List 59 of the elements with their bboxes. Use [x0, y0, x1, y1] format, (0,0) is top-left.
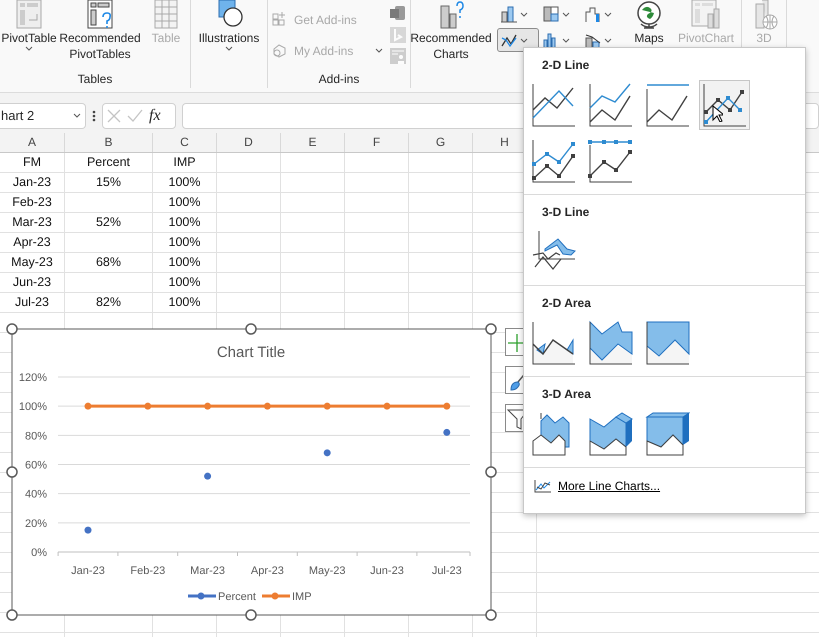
- table-cell: May-23: [0, 253, 65, 272]
- table-cell: 100%: [153, 273, 217, 292]
- column-header[interactable]: F: [345, 133, 409, 152]
- ribbon-button[interactable]: Recommended PivotTables: [58, 0, 142, 70]
- legend-label: Percent: [218, 591, 256, 603]
- column-header[interactable]: B: [65, 133, 153, 152]
- axis-label: 0%: [31, 547, 47, 559]
- table-cell: 100%: [153, 253, 217, 272]
- group-label: Tables: [76, 71, 114, 88]
- table-cell: FM: [0, 153, 65, 172]
- table-cell: 100%: [153, 233, 217, 252]
- section-heading: 3-D Line: [541, 204, 590, 221]
- column-header[interactable]: D: [217, 133, 281, 152]
- axis-label: Feb-23: [130, 565, 166, 577]
- table-cell: 15%: [65, 173, 153, 192]
- axis-label: Jan-23: [71, 565, 105, 577]
- table-cell: Jan-23: [0, 173, 65, 192]
- table-cell: 100%: [153, 213, 217, 232]
- table-cell: IMP: [153, 153, 217, 172]
- legend-label: IMP: [292, 591, 312, 603]
- table-cell: Jun-23: [0, 273, 65, 292]
- section-heading: 2-D Area: [541, 295, 592, 312]
- axis-label: Jun-23: [370, 565, 404, 577]
- table-cell: Jul-23: [0, 293, 65, 312]
- axis-label: 100%: [18, 401, 47, 414]
- section-heading: 3-D Area: [541, 386, 592, 403]
- menu-item[interactable]: More Line Charts...: [524, 468, 805, 504]
- axis-label: 40%: [24, 488, 47, 501]
- section-heading: 2-D Line: [541, 57, 590, 74]
- axis-label: Apr-23: [250, 565, 284, 577]
- column-header[interactable]: A: [0, 133, 65, 152]
- table-cell: Apr-23: [0, 233, 65, 252]
- table-cell: 52%: [65, 213, 153, 232]
- axis-label: Mar-23: [190, 565, 226, 577]
- axis-label: Jul-23: [432, 565, 462, 577]
- ribbon-button[interactable]: PivotTable: [2, 0, 56, 70]
- table-cell: 100%: [153, 193, 217, 212]
- axis-label: 80%: [24, 430, 47, 442]
- table-cell: 100%: [153, 293, 217, 312]
- column-header[interactable]: C: [153, 133, 217, 152]
- column-header[interactable]: E: [281, 133, 345, 152]
- table-cell: Feb-23: [0, 193, 65, 212]
- axis-label: 120%: [18, 372, 47, 384]
- ribbon-button[interactable]: Illustrations: [193, 0, 265, 70]
- name-box[interactable]: hart 2: [0, 102, 86, 128]
- table-cell: 82%: [65, 293, 153, 312]
- axis-label: May-23: [308, 565, 346, 577]
- insert-function-button[interactable]: fx: [149, 104, 161, 128]
- ribbon-button[interactable]: Recommended Charts: [413, 0, 489, 70]
- axis-label: 60%: [24, 460, 47, 472]
- chart-title[interactable]: Chart Title: [216, 344, 286, 361]
- column-header[interactable]: G: [409, 133, 473, 152]
- table-cell: 100%: [153, 173, 217, 192]
- group-label: Add-ins: [318, 71, 360, 88]
- table-cell: Mar-23: [0, 213, 65, 232]
- table-cell: Percent: [65, 153, 153, 172]
- ribbon-button[interactable]: Maps: [627, 0, 671, 70]
- axis-label: 20%: [24, 518, 47, 530]
- table-cell: 68%: [65, 253, 153, 272]
